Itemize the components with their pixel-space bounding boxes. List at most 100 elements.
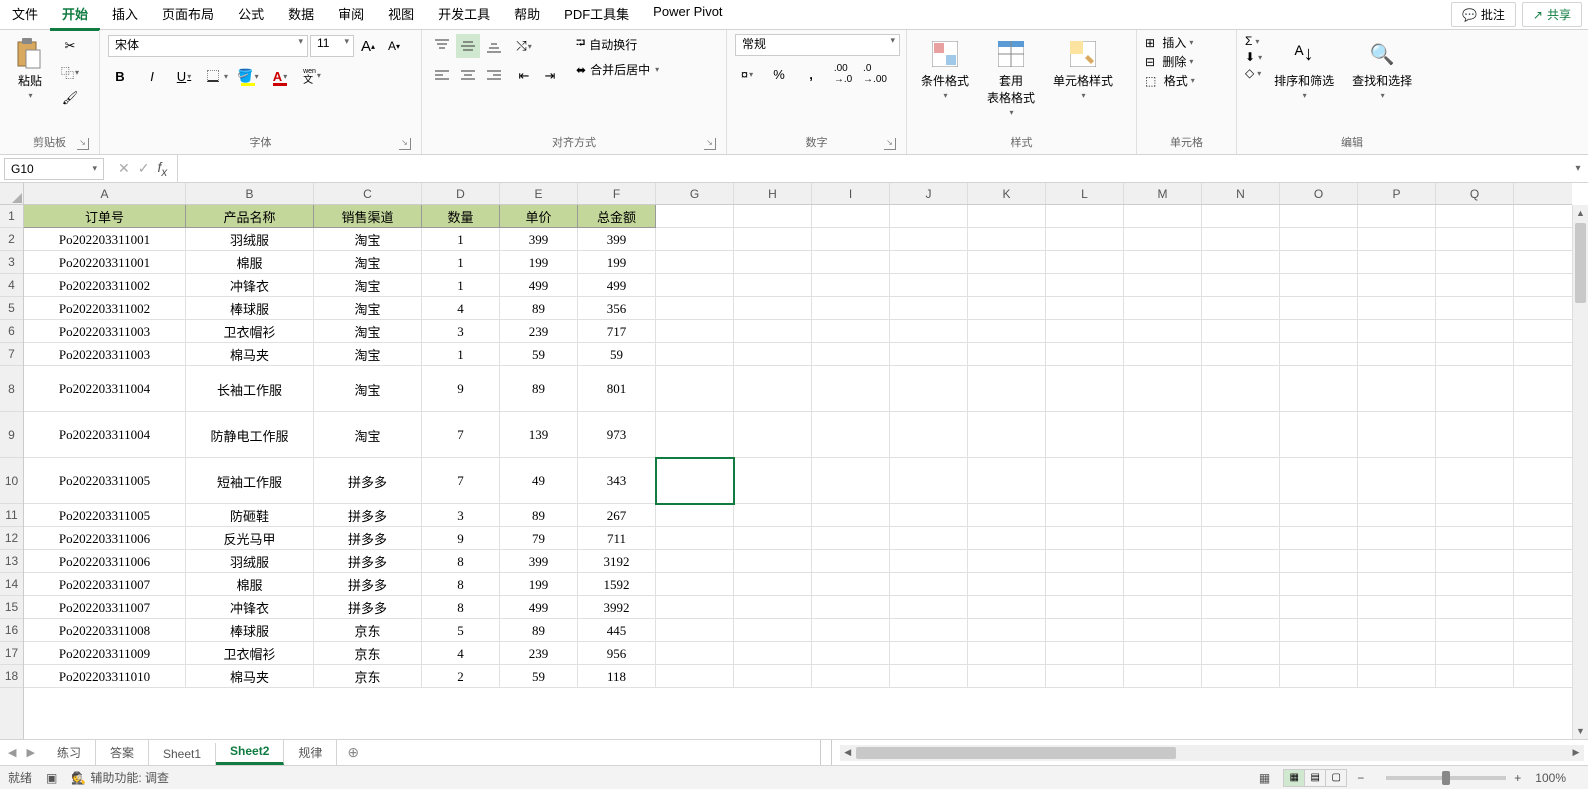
cell[interactable] bbox=[890, 274, 968, 297]
cell[interactable] bbox=[890, 366, 968, 412]
cell[interactable] bbox=[1124, 550, 1202, 573]
cell[interactable] bbox=[1358, 412, 1436, 458]
cell[interactable]: 防静电工作服 bbox=[186, 412, 314, 458]
cell[interactable] bbox=[1280, 320, 1358, 343]
cell[interactable] bbox=[734, 205, 812, 228]
cell[interactable] bbox=[1046, 642, 1124, 665]
scroll-left-icon[interactable]: ◀ bbox=[840, 747, 856, 758]
align-center-button[interactable] bbox=[456, 64, 480, 88]
menu-tab-公式[interactable]: 公式 bbox=[226, 0, 276, 31]
scroll-up-icon[interactable]: ▲ bbox=[1573, 205, 1588, 221]
cell[interactable] bbox=[1046, 458, 1124, 504]
cell[interactable] bbox=[968, 205, 1046, 228]
number-format-select[interactable]: 常规 bbox=[735, 34, 900, 56]
cell[interactable] bbox=[812, 343, 890, 366]
col-header-A[interactable]: A bbox=[24, 183, 186, 204]
cell[interactable] bbox=[1046, 596, 1124, 619]
cell[interactable] bbox=[656, 527, 734, 550]
cell[interactable] bbox=[890, 228, 968, 251]
phonetic-button[interactable]: wen文▾ bbox=[300, 64, 324, 88]
cell[interactable]: 343 bbox=[578, 458, 656, 504]
cell[interactable] bbox=[1280, 251, 1358, 274]
format-table-button[interactable]: 套用 表格格式▾ bbox=[981, 34, 1041, 121]
cell[interactable] bbox=[890, 665, 968, 688]
cell[interactable] bbox=[968, 458, 1046, 504]
cell[interactable] bbox=[1046, 412, 1124, 458]
cell[interactable]: 短袖工作服 bbox=[186, 458, 314, 504]
cell[interactable]: 267 bbox=[578, 504, 656, 527]
cell[interactable] bbox=[1280, 458, 1358, 504]
cell[interactable]: Po202203311004 bbox=[24, 366, 186, 412]
cell[interactable] bbox=[1202, 343, 1280, 366]
cell[interactable] bbox=[734, 573, 812, 596]
underline-button[interactable]: U▾ bbox=[172, 64, 196, 88]
cell[interactable] bbox=[1202, 320, 1280, 343]
cell[interactable] bbox=[1046, 619, 1124, 642]
row-header-15[interactable]: 15 bbox=[0, 596, 23, 619]
cell[interactable]: Po202203311005 bbox=[24, 504, 186, 527]
cell[interactable] bbox=[734, 228, 812, 251]
row-header-7[interactable]: 7 bbox=[0, 343, 23, 366]
cell[interactable]: 9 bbox=[422, 527, 500, 550]
cell[interactable]: Po202203311004 bbox=[24, 412, 186, 458]
cell[interactable] bbox=[812, 274, 890, 297]
cell[interactable]: 销售渠道 bbox=[314, 205, 422, 228]
cell[interactable]: 淘宝 bbox=[314, 297, 422, 320]
orientation-button[interactable]: ⤭▾ bbox=[512, 34, 536, 58]
macro-record-icon[interactable]: ▣ bbox=[46, 771, 57, 785]
cell[interactable] bbox=[734, 320, 812, 343]
cell[interactable] bbox=[734, 619, 812, 642]
cell[interactable]: 499 bbox=[578, 274, 656, 297]
cell[interactable] bbox=[1046, 573, 1124, 596]
cells-area[interactable]: 订单号产品名称销售渠道数量单价总金额Po202203311001羽绒服淘宝139… bbox=[24, 205, 1572, 739]
cell[interactable] bbox=[1202, 274, 1280, 297]
cell[interactable] bbox=[734, 527, 812, 550]
cell-styles-button[interactable]: 单元格样式▾ bbox=[1047, 34, 1119, 104]
cell[interactable] bbox=[890, 412, 968, 458]
cell[interactable]: 3192 bbox=[578, 550, 656, 573]
cell[interactable]: Po202203311007 bbox=[24, 573, 186, 596]
cell[interactable] bbox=[890, 550, 968, 573]
cell[interactable]: 4 bbox=[422, 642, 500, 665]
zoom-level[interactable]: 100% bbox=[1535, 771, 1566, 785]
col-header-B[interactable]: B bbox=[186, 183, 314, 204]
col-header-I[interactable]: I bbox=[812, 183, 890, 204]
cell[interactable] bbox=[656, 665, 734, 688]
cell[interactable] bbox=[968, 251, 1046, 274]
cell[interactable] bbox=[734, 458, 812, 504]
align-right-button[interactable] bbox=[482, 64, 506, 88]
cell[interactable]: 棒球服 bbox=[186, 297, 314, 320]
display-settings-icon[interactable]: ▦ bbox=[1259, 771, 1270, 785]
bold-button[interactable]: B bbox=[108, 64, 132, 88]
cell[interactable] bbox=[734, 297, 812, 320]
cell[interactable]: 京东 bbox=[314, 619, 422, 642]
zoom-out-button[interactable]: − bbox=[1357, 771, 1364, 785]
cell[interactable]: 1 bbox=[422, 274, 500, 297]
cell[interactable]: 59 bbox=[500, 343, 578, 366]
cell[interactable]: 拼多多 bbox=[314, 596, 422, 619]
wrap-text-button[interactable]: ⮒ 自动换行 bbox=[576, 34, 659, 55]
row-header-13[interactable]: 13 bbox=[0, 550, 23, 573]
cell[interactable]: 淘宝 bbox=[314, 274, 422, 297]
find-select-button[interactable]: 🔍 查找和选择▾ bbox=[1346, 34, 1418, 104]
col-header-M[interactable]: M bbox=[1124, 183, 1202, 204]
cell[interactable] bbox=[656, 458, 734, 504]
cell[interactable] bbox=[1202, 228, 1280, 251]
cell[interactable] bbox=[1358, 205, 1436, 228]
cell[interactable] bbox=[968, 297, 1046, 320]
border-button[interactable]: ▾ bbox=[204, 64, 228, 88]
menu-tab-开始[interactable]: 开始 bbox=[50, 0, 100, 31]
cell[interactable] bbox=[968, 619, 1046, 642]
fill-button[interactable]: ⬇▾ bbox=[1245, 50, 1262, 64]
cell[interactable] bbox=[1124, 458, 1202, 504]
cell[interactable] bbox=[1436, 228, 1514, 251]
row-header-9[interactable]: 9 bbox=[0, 412, 23, 458]
menu-tab-审阅[interactable]: 审阅 bbox=[326, 0, 376, 31]
normal-view-button[interactable]: ▦ bbox=[1283, 769, 1305, 787]
cell[interactable] bbox=[812, 596, 890, 619]
cell[interactable] bbox=[1046, 297, 1124, 320]
add-sheet-button[interactable]: ⊕ bbox=[337, 744, 369, 761]
align-bottom-button[interactable] bbox=[482, 34, 506, 58]
row-header-5[interactable]: 5 bbox=[0, 297, 23, 320]
cell[interactable]: 棉服 bbox=[186, 251, 314, 274]
